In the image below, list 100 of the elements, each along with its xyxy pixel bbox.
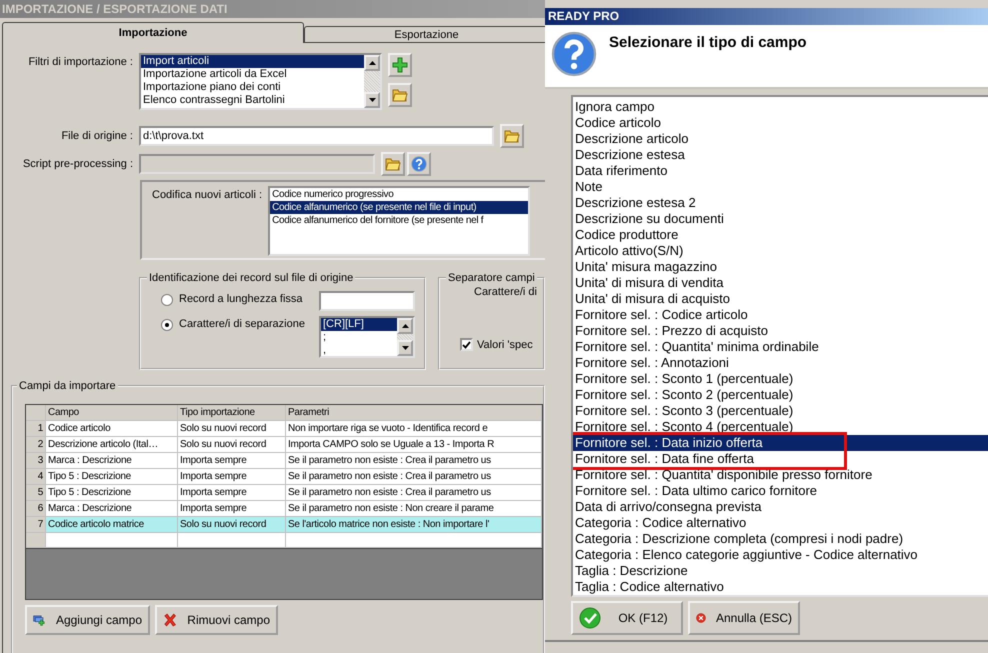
browse-button[interactable] bbox=[381, 152, 405, 176]
row-number: 4 bbox=[26, 469, 46, 485]
scroll-up-button[interactable] bbox=[397, 318, 413, 334]
down-triangle-icon bbox=[368, 98, 376, 102]
list-item[interactable]: Descrizione estesa bbox=[573, 147, 988, 163]
radio-button[interactable] bbox=[161, 294, 173, 306]
list-item[interactable]: Import articoli bbox=[141, 55, 364, 68]
scrollbar[interactable] bbox=[364, 55, 380, 108]
scroll-down-button[interactable] bbox=[397, 340, 413, 356]
list-item[interactable]: Fornitore sel. : Sconto 2 (percentuale) bbox=[573, 387, 988, 403]
group-title: Identificazione dei record sul file di origine bbox=[147, 272, 356, 284]
list-item[interactable]: Importazione articoli da Excel bbox=[141, 68, 364, 81]
script-field[interactable] bbox=[139, 154, 375, 174]
list-item[interactable]: Codice produttore bbox=[573, 227, 988, 243]
row-number: 3 bbox=[26, 453, 46, 469]
list-item[interactable]: Descrizione estesa 2 bbox=[573, 195, 988, 211]
row-number: 5 bbox=[26, 485, 46, 501]
list-item[interactable]: Fornitore sel. : Sconto 4 (percentuale) bbox=[573, 419, 988, 435]
list-item[interactable]: Fornitore sel. : Quantita' disponibile presso fornitore bbox=[573, 467, 988, 483]
cancel-button[interactable]: Annulla (ESC) bbox=[688, 601, 800, 635]
list-item[interactable]: Fornitore sel. : Quantita' minima ordinabile bbox=[573, 339, 988, 355]
field-label: Filtri di importazione : bbox=[27, 55, 133, 68]
row-number: 7 bbox=[26, 517, 46, 533]
browse-button[interactable] bbox=[500, 124, 524, 148]
fields-table[interactable] bbox=[25, 404, 543, 600]
list-item[interactable]: Data di arrivo/consegna prevista bbox=[573, 499, 988, 515]
row-number: 6 bbox=[26, 501, 46, 517]
list-item[interactable]: Descrizione articolo bbox=[573, 131, 988, 147]
file-field[interactable]: d:\t\prova.txt bbox=[139, 126, 494, 146]
list-item[interactable]: , bbox=[321, 344, 397, 356]
list-item[interactable]: Taglia : Descrizione bbox=[573, 563, 988, 579]
radio-label: Carattere/i di separazione bbox=[179, 317, 306, 330]
add-field-button[interactable]: Aggiungi campo bbox=[25, 605, 150, 635]
dialog-heading: Selezionare il tipo di campo bbox=[609, 33, 807, 53]
list-item[interactable]: Data riferimento bbox=[573, 163, 988, 179]
question-icon bbox=[551, 31, 597, 77]
help-button[interactable] bbox=[407, 152, 431, 176]
list-item[interactable]: Categoria : Codice alternativo bbox=[573, 515, 988, 531]
list-item[interactable]: Codice alfanumerico del fornitore (se presente nel f bbox=[270, 214, 528, 227]
checkbox-label: Valori 'spec bbox=[477, 338, 533, 350]
table-row[interactable]: 5 Tipo 5 : Descrizione Importa sempre Se il parametro non esiste : Crea il parametro us bbox=[26, 485, 542, 501]
scrollbar[interactable] bbox=[397, 318, 413, 356]
length-field[interactable] bbox=[319, 291, 415, 311]
separator-list[interactable]: [CR][LF] ; , bbox=[319, 316, 415, 358]
column-header[interactable]: Campo bbox=[46, 405, 178, 421]
tab[interactable]: Esportazione bbox=[304, 26, 545, 43]
add-button[interactable] bbox=[388, 53, 412, 77]
list-item[interactable]: Fornitore sel. : Codice articolo bbox=[573, 307, 988, 323]
list-item[interactable]: Categoria : Descrizione completa (compresi i nodi padre) bbox=[573, 531, 988, 547]
ok-button[interactable]: OK (F12) bbox=[571, 601, 683, 635]
open-button[interactable] bbox=[388, 83, 412, 107]
tab[interactable]: Importazione bbox=[2, 22, 304, 43]
field-label: Script pre-processing : bbox=[22, 158, 133, 170]
table-row[interactable]: 2 Descrizione articolo (Ital… Solo su nuovi record Importa CAMPO solo se Uguale a 13 - Importa R bbox=[26, 437, 542, 453]
plus-icon bbox=[392, 57, 408, 73]
list-item[interactable]: Codice numerico progressivo bbox=[270, 188, 528, 201]
list-item[interactable]: Ignora campo bbox=[573, 99, 988, 115]
list-item[interactable]: Fornitore sel. : Data inizio offerta bbox=[573, 435, 988, 451]
scroll-down-button[interactable] bbox=[364, 92, 380, 108]
column-header[interactable]: Tipo importazione bbox=[178, 405, 286, 421]
folder-icon bbox=[385, 157, 401, 171]
list-item[interactable]: ; bbox=[321, 331, 397, 344]
filter-list[interactable]: Import articoli Importazione articoli da Excel Importazione piano dei conti Elenco contrassegni Bartolini bbox=[139, 53, 382, 110]
list-item[interactable]: Articolo attivo(S/N) bbox=[573, 243, 988, 259]
list-item[interactable]: Importazione piano dei conti bbox=[141, 81, 364, 94]
radio-button[interactable] bbox=[161, 319, 173, 331]
list-item[interactable]: Descrizione su documenti bbox=[573, 211, 988, 227]
list-item[interactable]: [CR][LF] bbox=[321, 318, 397, 331]
list-item[interactable]: Unita' di misura di acquisto bbox=[573, 291, 988, 307]
list-item[interactable]: Unita' di misura di vendita bbox=[573, 275, 988, 291]
remove-field-button[interactable]: Rimuovi campo bbox=[155, 605, 278, 635]
list-item[interactable]: Unita' misura magazzino bbox=[573, 259, 988, 275]
list-item[interactable]: Codice alfanumerico (se presente nel file di input) bbox=[270, 201, 528, 214]
checkbox[interactable] bbox=[460, 338, 473, 351]
table-row[interactable]: 7 Codice articolo matrice Solo su nuovi record Se l'articolo matrice non esiste : Non importare l' bbox=[26, 517, 542, 533]
down-triangle-icon bbox=[402, 346, 408, 350]
check-icon bbox=[579, 607, 601, 629]
list-item[interactable]: Fornitore sel. : Data ultimo carico fornitore bbox=[573, 483, 988, 499]
list-item[interactable]: Taglia : Codice alternativo bbox=[573, 579, 988, 595]
folder-icon bbox=[392, 88, 408, 102]
field-type-list[interactable] bbox=[571, 95, 988, 597]
list-item[interactable]: Note bbox=[573, 179, 988, 195]
window-title: IMPORTAZIONE / ESPORTAZIONE DATI bbox=[0, 0, 545, 18]
table-row[interactable]: 4 Tipo 5 : Descrizione Importa sempre Se il parametro non esiste : Crea il parametro us bbox=[26, 469, 542, 485]
list-item[interactable]: Fornitore sel. : Data fine offerta bbox=[573, 451, 988, 467]
scroll-up-button[interactable] bbox=[364, 55, 380, 71]
coding-list[interactable]: Codice numerico progressivo Codice alfanumerico (se presente nel file di input) Codice alfanumerico del fornitore (se presente nel f bbox=[268, 186, 530, 256]
table-row[interactable]: 3 Marca : Descrizione Importa sempre Se il parametro non esiste : Crea il parametro us bbox=[26, 453, 542, 469]
list-item[interactable]: Fornitore sel. : Sconto 3 (percentuale) bbox=[573, 403, 988, 419]
dialog-title: READY PRO bbox=[545, 8, 988, 25]
list-item[interactable]: Codice articolo bbox=[573, 115, 988, 131]
list-item[interactable]: Fornitore sel. : Annotazioni bbox=[573, 355, 988, 371]
table-row[interactable]: 1 Codice articolo Solo su nuovi record Non importare riga se vuoto - Identifica record e bbox=[26, 421, 542, 437]
list-item[interactable]: Elenco contrassegni Bartolini bbox=[141, 94, 364, 107]
list-item[interactable]: Categoria : Elenco categorie aggiuntive - Codice alternativo bbox=[573, 547, 988, 563]
list-item[interactable]: Fornitore sel. : Sconto 1 (percentuale) bbox=[573, 371, 988, 387]
list-item[interactable]: Fornitore sel. : Prezzo di acquisto bbox=[573, 323, 988, 339]
column-header[interactable]: Parametri bbox=[286, 405, 542, 421]
folder-icon bbox=[504, 129, 520, 143]
table-row[interactable]: 6 Marca : Descrizione Importa sempre Se il parametro non esiste : Non creare il parame bbox=[26, 501, 542, 517]
